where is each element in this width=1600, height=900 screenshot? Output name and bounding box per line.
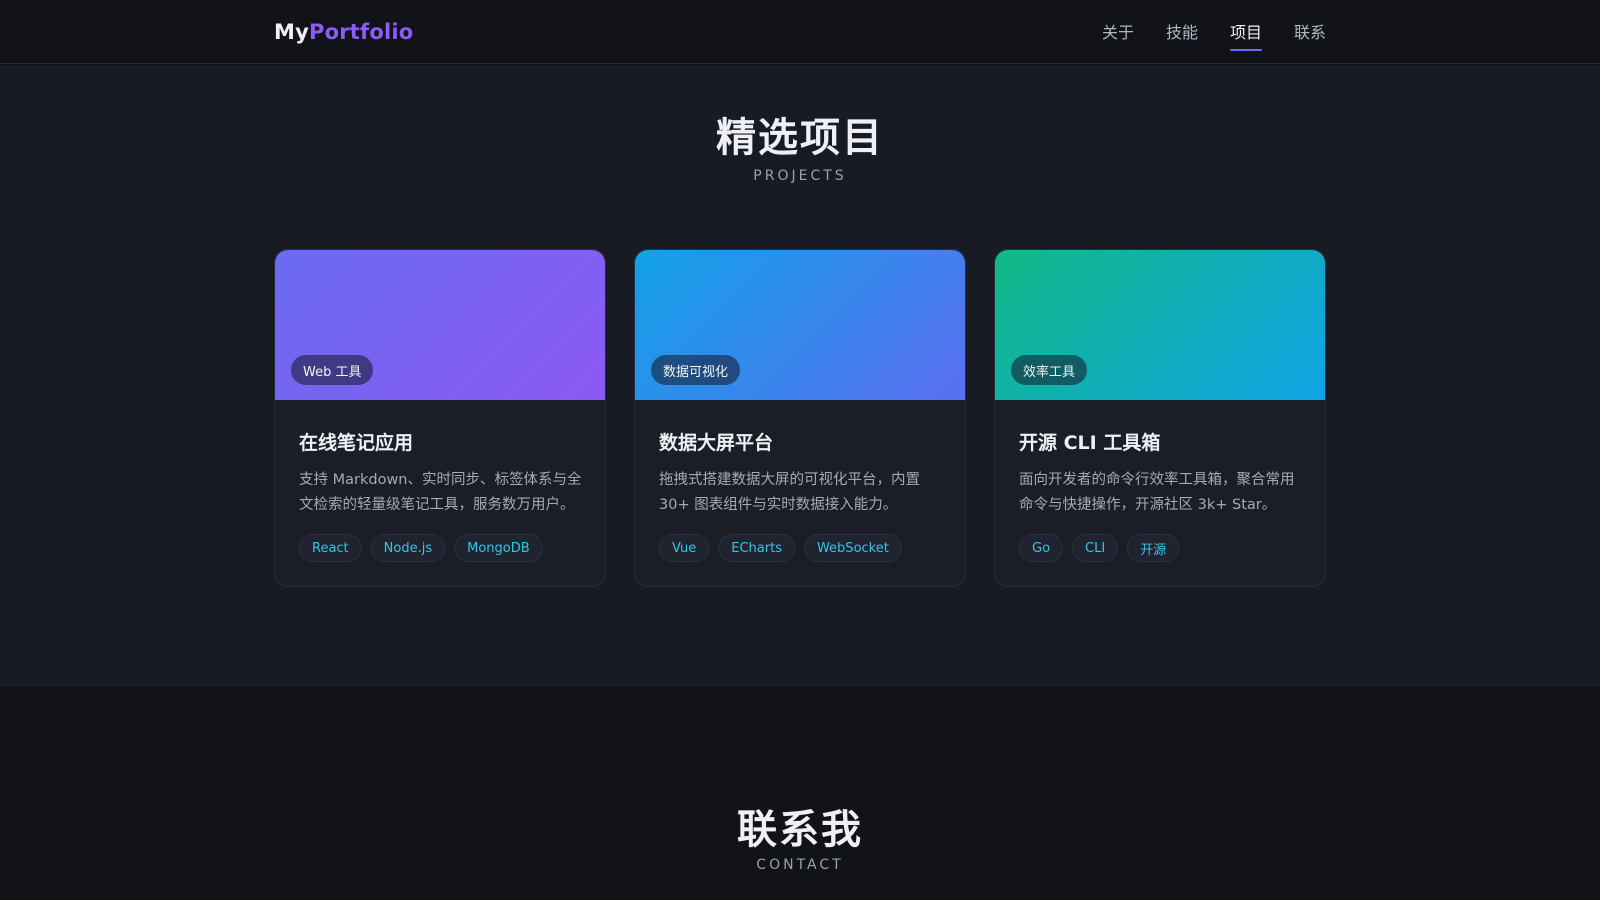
tech-tag: WebSocket [803,534,902,562]
project-category-badge: 数据可视化 [651,355,741,385]
project-title: 开源 CLI 工具箱 [1019,432,1161,454]
project-description: 支持 Markdown、实时同步、标签体系与全文检索的轻量级笔记工具，服务数万用… [299,472,582,513]
project-card-dashboard[interactable]: 数据可视化 数据大屏平台 拖拽式搭建数据大屏的可视化平台，内置 30+ 图表组件… [634,249,966,587]
project-cards: Web 工具 在线笔记应用 支持 Markdown、实时同步、标签体系与全文检索… [274,249,1326,587]
nav-link-contact[interactable]: 联系 [1294,13,1326,51]
project-card-cli[interactable]: 效率工具 开源 CLI 工具箱 面向开发者的命令行效率工具箱，聚合常用命令与快捷… [994,249,1326,587]
nav-links: 关于 技能 项目 联系 [1102,13,1326,51]
site-logo[interactable]: MyPortfolio [274,20,413,44]
project-cover-image: 效率工具 [995,250,1325,400]
project-tags: Vue ECharts WebSocket [659,534,902,562]
tech-tag: MongoDB [454,534,543,562]
nav-link-projects[interactable]: 项目 [1229,13,1262,51]
contact-section: 联系我 CONTACT [0,687,1600,900]
project-description: 面向开发者的命令行效率工具箱，聚合常用命令与快捷操作，开源社区 3k+ Star… [1019,472,1295,513]
tech-tag: Node.js [370,534,446,562]
project-category-badge: Web 工具 [291,355,374,385]
contact-title: 联系我 [737,807,863,853]
navbar-inner: MyPortfolio 关于 技能 项目 联系 [274,0,1326,64]
tech-tag: 开源 [1127,534,1180,562]
logo-text-portfolio: Portfolio [309,20,414,44]
projects-title: 精选项目 [716,115,884,161]
project-tags: React Node.js MongoDB [299,534,543,562]
tech-tag: React [299,534,362,562]
project-description: 拖拽式搭建数据大屏的可视化平台，内置 30+ 图表组件与实时数据接入能力。 [659,472,920,513]
nav-link-about[interactable]: 关于 [1102,13,1134,51]
project-cover-image: Web 工具 [275,250,605,400]
project-title: 数据大屏平台 [659,432,774,454]
nav-link-skills[interactable]: 技能 [1166,13,1198,51]
tech-tag: Go [1019,534,1064,562]
project-title: 在线笔记应用 [299,432,414,454]
tech-tag: CLI [1072,534,1119,562]
project-category-badge: 效率工具 [1011,355,1088,385]
contact-subtitle: CONTACT [756,857,844,873]
project-tags: Go CLI 开源 [1019,534,1180,562]
projects-subtitle: PROJECTS [753,168,847,184]
project-card-notes[interactable]: Web 工具 在线笔记应用 支持 Markdown、实时同步、标签体系与全文检索… [274,249,606,587]
projects-section: 精选项目 PROJECTS Web 工具 在线笔记应用 支持 Markdown、… [0,65,1600,687]
logo-text-my: My [274,20,309,44]
tech-tag: ECharts [718,534,795,562]
project-cover-image: 数据可视化 [635,250,965,400]
top-navbar: MyPortfolio 关于 技能 项目 联系 [0,0,1600,64]
tech-tag: Vue [659,534,710,562]
